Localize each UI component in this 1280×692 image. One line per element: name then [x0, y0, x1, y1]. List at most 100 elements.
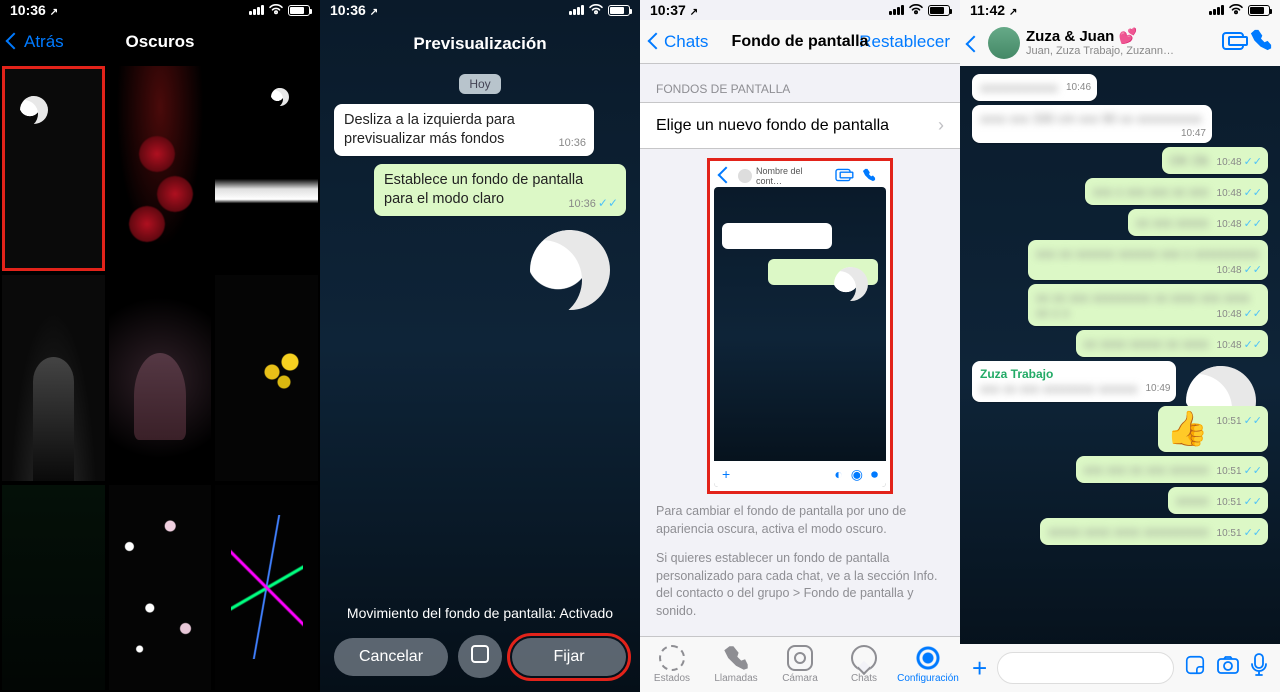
wallpaper-thumb-6[interactable] [215, 275, 318, 480]
gear-icon [915, 645, 941, 671]
pane-wallpaper-settings: 10:37 ↗ Chats Fondo de pantalla Restable… [640, 0, 960, 692]
wifi-icon [908, 3, 924, 18]
set-button[interactable]: Fijar [512, 638, 626, 676]
chat-message[interactable]: xxxxx xxxx xxxx xxxxxxxxxx10:51✓✓ [1040, 518, 1268, 545]
description-2: Si quieres establecer un fondo de pantal… [640, 550, 960, 632]
chat-message[interactable]: xxx xxx xx xxx xxxxxx10:51✓✓ [1076, 456, 1268, 483]
perspective-toggle-label[interactable]: Movimiento del fondo de pantalla: Activa… [334, 605, 626, 621]
chat-subtitle: Juan, Zuza Trabajo, Zuzann… [1026, 45, 1216, 57]
wallpaper-thumb-1[interactable] [2, 66, 105, 271]
chat-message[interactable]: Zuza Trabajoxxx xx xxx xxxxxxxx xxxxxx10… [972, 361, 1176, 402]
moon-decoration [834, 267, 868, 301]
tab-camara[interactable]: Cámara [768, 637, 832, 692]
location-icon: ↗ [1009, 7, 1017, 18]
moon-decoration [530, 230, 610, 310]
page-title: Previsualización [320, 20, 640, 68]
preview-bubble-in [722, 223, 832, 249]
status-bar: 10:37 ↗ [640, 0, 960, 20]
chat-message[interactable]: xx xxxx xxxxx xx xxxx10:48✓✓ [1076, 330, 1268, 357]
camera-icon: ◉ [851, 466, 863, 483]
sticker-icon: ◐ [834, 466, 842, 483]
phone-icon [723, 645, 749, 671]
chat-icon [851, 645, 877, 671]
wallpaper-thumb-7[interactable] [2, 485, 105, 690]
location-icon: ↗ [690, 7, 698, 18]
wallpaper-thumb-4[interactable] [2, 275, 105, 480]
wifi-icon [268, 3, 284, 18]
chevron-right-icon: › [938, 115, 944, 136]
chat-name: Zuza & Juan 💕 [1026, 29, 1216, 46]
wallpaper-thumb-3[interactable] [215, 66, 318, 271]
chat-message[interactable]: xxxx xxx 330 cm xxx 90 xx xxxxxxxxxx10:4… [972, 105, 1212, 143]
signal-icon [249, 5, 264, 15]
battery-icon [608, 5, 630, 16]
tab-chats[interactable]: Chats [832, 637, 896, 692]
wallpaper-thumb-2[interactable] [109, 66, 212, 271]
chat-message[interactable]: xxxxx10:51✓✓ [1168, 487, 1268, 514]
chat-header[interactable]: Zuza & Juan 💕 Juan, Zuza Trabajo, Zuzann… [960, 20, 1280, 66]
chat-message[interactable]: xx xxx xxxxx10:48✓✓ [1128, 209, 1268, 236]
wallpaper-thumb-8[interactable] [109, 485, 212, 690]
wifi-icon [588, 3, 604, 18]
preview-message-incoming: Desliza a la izquierda para previsualiza… [334, 104, 594, 156]
description-1: Para cambiar el fondo de pantalla por un… [640, 491, 960, 550]
video-icon [832, 166, 854, 186]
tab-bar: Estados Llamadas Cámara Chats Configurac… [640, 636, 960, 692]
plus-icon: + [722, 466, 730, 482]
chat-message[interactable]: xxxxxxxxxxxx10:46 [972, 74, 1097, 101]
nav-bar: Chats Fondo de pantalla Restablecer [640, 20, 960, 64]
avatar-icon [738, 169, 752, 183]
voice-call-button[interactable] [1250, 29, 1272, 57]
mic-button[interactable] [1250, 653, 1268, 683]
location-icon: ↗ [50, 7, 58, 18]
camera-button[interactable] [1216, 655, 1240, 681]
wallpaper-grid [0, 64, 320, 692]
chat-message[interactable]: OK Ok10:48✓✓ [1162, 147, 1268, 174]
tab-llamadas[interactable]: Llamadas [704, 637, 768, 692]
pane-preview: 10:36 ↗ Previsualización Hoy Desliza a l… [320, 0, 640, 692]
swap-icon [471, 645, 489, 663]
chevron-left-icon [720, 169, 734, 183]
mic-icon: ⏺ [871, 466, 878, 483]
video-call-button[interactable] [1222, 30, 1244, 56]
back-button[interactable] [968, 30, 982, 56]
chat-body[interactable]: xxxxxxxxxxxx10:46 xxxx xxx 330 cm xxx 90 … [960, 66, 1280, 644]
cancel-button[interactable]: Cancelar [334, 638, 448, 676]
signal-icon [569, 5, 584, 15]
signal-icon [889, 5, 904, 15]
pane-dark-wallpapers: 10:36 ↗ Atrás Oscuros [0, 0, 320, 692]
swap-mode-button[interactable] [458, 635, 502, 678]
phone-icon [858, 164, 880, 188]
wallpaper-thumb-9[interactable] [215, 485, 318, 690]
wifi-icon [1228, 3, 1244, 18]
read-ticks-icon: ✓✓ [598, 196, 618, 210]
tab-configuracion[interactable]: Configuración [896, 637, 960, 692]
status-bar: 11:42 ↗ [960, 0, 1280, 20]
preview-message-outgoing: Establece un fondo de pantalla para el m… [374, 164, 626, 216]
camera-icon [787, 645, 813, 671]
sticker-button[interactable] [1184, 654, 1206, 682]
wallpaper-preview[interactable]: Nombre del cont… + ◐ ◉ ⏺ [710, 161, 890, 491]
nav-bar: Atrás Oscuros [0, 20, 320, 64]
wallpaper-thumb-5[interactable] [109, 275, 212, 480]
chat-message[interactable]: xxx xx xxxxxx xxxxxx xxx x xxxxxxxxxx10:… [1028, 240, 1268, 280]
signal-icon [1209, 5, 1224, 15]
reset-button[interactable]: Restablecer [859, 32, 950, 52]
avatar[interactable] [988, 27, 1020, 59]
page-title: Oscuros [0, 32, 320, 52]
date-pill: Hoy [459, 74, 500, 94]
chat-message[interactable]: 👍10:51✓✓ [1158, 406, 1268, 452]
message-input[interactable] [997, 652, 1174, 684]
attach-button[interactable]: + [972, 653, 987, 684]
choose-wallpaper-row[interactable]: Elige un nuevo fondo de pantalla› [640, 102, 960, 149]
status-icon [659, 645, 685, 671]
preview-header: Nombre del cont… [714, 165, 886, 187]
tab-estados[interactable]: Estados [640, 637, 704, 692]
location-icon: ↗ [370, 7, 378, 18]
chat-message[interactable]: xx xx xxx xxxxxxxxx xx xxxx xxx xxxx xx … [1028, 284, 1268, 326]
input-bar: + [960, 644, 1280, 692]
status-bar: 10:36 ↗ [0, 0, 320, 20]
chat-message[interactable]: xxx x xxx xxx xx xxx10:48✓✓ [1085, 178, 1268, 205]
battery-icon [928, 5, 950, 16]
back-button[interactable]: Chats [650, 32, 708, 52]
